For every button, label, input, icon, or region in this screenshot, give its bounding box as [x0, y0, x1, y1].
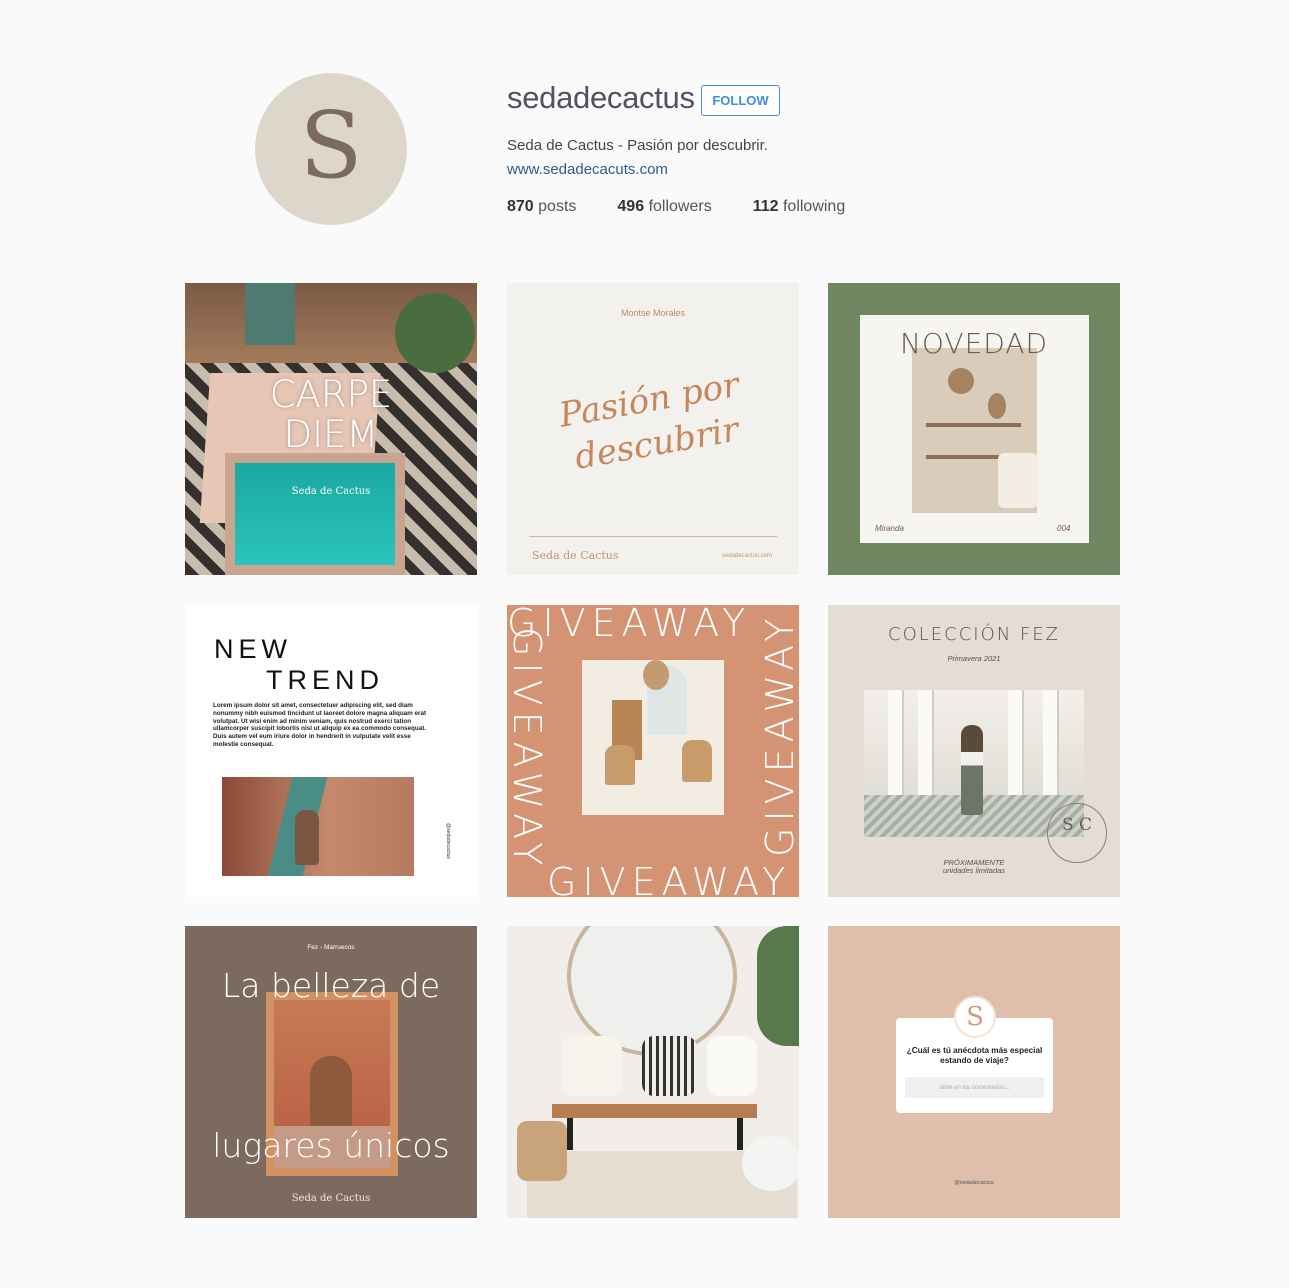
green-door [245, 283, 295, 345]
coming-soon-line-2: unidades limitadas [942, 866, 1006, 875]
post-url: sedadecactus.com [721, 553, 772, 559]
vase [948, 368, 974, 394]
post-question[interactable]: S ¿Cuál es tú anécdota más especial esta… [828, 926, 1120, 1218]
profile-bio: Seda de Cactus - Pasión por descubrir. [507, 137, 768, 154]
label-left: Miranda [875, 524, 904, 533]
post-pasion-por-descubrir[interactable]: Montse Morales Pasión por descubrir Seda… [507, 283, 799, 575]
followers-label: followers [648, 198, 712, 215]
post-la-belleza[interactable]: Fez - Marruecos La belleza de lugares ún… [185, 926, 477, 1218]
body-text: Lorem ipsum dolor sit amet, consectetuer… [213, 702, 427, 748]
brand-badge: S [954, 996, 996, 1038]
profile-avatar[interactable]: S [255, 73, 407, 225]
script-headline: Pasión por descubrir [531, 359, 775, 486]
posts-label: posts [538, 198, 577, 215]
post-handle: @sedadecactus [954, 1180, 994, 1186]
headline-trend: TREND [266, 665, 384, 695]
pool [225, 453, 405, 575]
post-headline: CARPE DIEM [185, 375, 477, 455]
cushion [707, 1036, 757, 1096]
post-handle: @sedadecactus [445, 823, 451, 859]
post-giveaway[interactable]: GIVEAWAY GIVEAWAY GIVEAWAY GIVEAWAY [507, 605, 799, 897]
post-entryway-photo[interactable] [507, 926, 799, 1218]
plant [395, 293, 475, 373]
badge-letter: S [966, 1002, 984, 1032]
post-novedad[interactable]: NOVEDAD Miranda 004 [828, 283, 1120, 575]
question-text: ¿Cuál es tú anécdota más especial estand… [906, 1046, 1043, 1065]
post-coleccion-fez[interactable]: COLECCIÓN FEZ Primavera 2021 S C PRÓXIMA… [828, 605, 1120, 897]
post-title: NOVEDAD [899, 327, 1049, 360]
coming-soon: PRÓXIMAMENTE unidades limitadas [828, 859, 1120, 875]
pouf [742, 1136, 799, 1191]
headline-line-2: lugares únicos [212, 1126, 450, 1165]
striped-cushion [642, 1036, 697, 1096]
following-count: 112 [752, 198, 779, 215]
divider [529, 536, 777, 537]
giveaway-bottom: GIVEAWAY [547, 860, 792, 897]
vase [988, 393, 1006, 419]
follow-button[interactable]: FOLLOW [701, 85, 780, 116]
post-brand: Seda de Cactus [532, 549, 619, 562]
avatar-letter: S [299, 92, 363, 199]
followers-count: 496 [617, 198, 645, 215]
headline-line-1: La belleza de [221, 966, 441, 1005]
post-brand: Seda de Cactus [291, 1193, 371, 1204]
headline-line-2: DIEM [283, 413, 379, 456]
post-title: COLECCIÓN FEZ [888, 624, 1060, 645]
basket [517, 1121, 567, 1181]
shelf [926, 423, 1021, 427]
plant [757, 926, 799, 1046]
arched-doorway [310, 1056, 352, 1136]
profile-username: sedadecactus [507, 80, 695, 115]
comment-prompt: dime en los comentarios... [905, 1077, 1044, 1098]
chair [998, 453, 1038, 508]
giveaway-right: GIVEAWAY [758, 612, 799, 857]
profile-stats: 870 posts 496 followers 112 following [507, 198, 886, 216]
post-carpe-diem[interactable]: CARPE DIEM Seda de Cactus [185, 283, 477, 575]
headline-line-1: CARPE [269, 373, 393, 416]
post-brand: Seda de Cactus [291, 486, 371, 497]
cushion [562, 1036, 622, 1096]
post-author: Montse Morales [620, 308, 686, 318]
following-label: following [782, 198, 846, 215]
person [961, 725, 983, 815]
giveaway-left: GIVEAWAY [507, 627, 549, 872]
bench [552, 1104, 757, 1118]
bench-leg [737, 1118, 743, 1150]
seal-letters: S C [1061, 815, 1093, 835]
rattan-chair [605, 745, 635, 785]
pendant-lamp [643, 660, 669, 690]
profile-website-link[interactable]: www.sedadecacuts.com [507, 161, 668, 178]
headline-new: NEW [214, 634, 292, 664]
rattan-chair [682, 740, 712, 782]
post-location: Fez - Marruecos [307, 944, 355, 951]
posts-stat: 870 posts [507, 198, 576, 216]
label-right: 004 [1057, 524, 1071, 533]
post-new-trend[interactable]: NEW TREND Lorem ipsum dolor sit amet, co… [185, 605, 477, 897]
followers-stat[interactable]: 496 followers [617, 198, 711, 216]
bench-leg [567, 1118, 573, 1150]
posts-count: 870 [507, 198, 534, 215]
following-stat[interactable]: 112 following [753, 198, 846, 216]
post-subtitle: Primavera 2021 [947, 654, 1001, 663]
person [295, 810, 319, 865]
